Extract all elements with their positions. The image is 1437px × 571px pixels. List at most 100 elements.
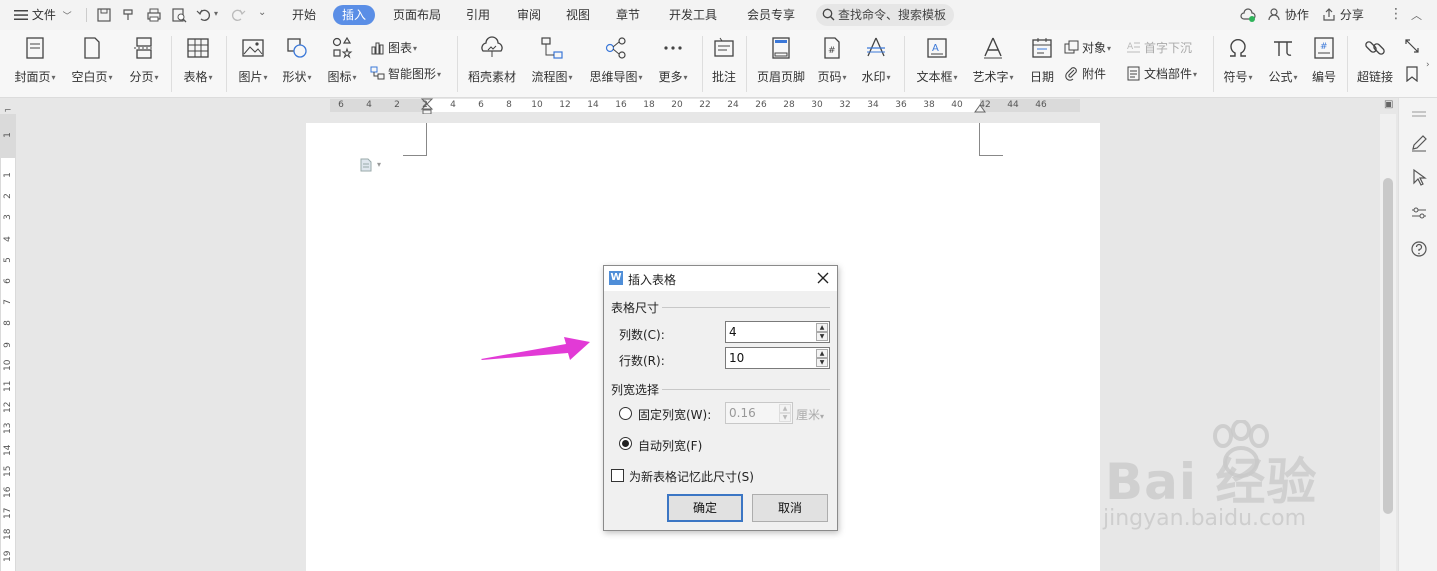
flowchart-button[interactable]: 流程图▾	[528, 36, 576, 85]
dialog-title-bar[interactable]: W 插入表格	[604, 266, 837, 291]
vertical-ruler-number: 13	[3, 422, 13, 435]
fixed-width-stepper[interactable]: ▲ ▼	[725, 402, 793, 424]
numbering-button[interactable]: # 编号	[1308, 36, 1340, 85]
drop-cap-button[interactable]: A 首字下沉	[1126, 39, 1192, 57]
shape-button[interactable]: 形状▾	[279, 36, 315, 85]
rows-increment-button[interactable]: ▲	[816, 349, 828, 358]
icon-button[interactable]: 图标▾	[324, 36, 360, 85]
formula-button[interactable]: 公式▾	[1265, 36, 1301, 85]
vertical-scrollbar[interactable]	[1380, 114, 1396, 571]
header-footer-label: 页眉页脚	[756, 70, 805, 84]
auto-width-radio[interactable]	[619, 437, 632, 450]
attachment-button[interactable]: 附件	[1064, 65, 1106, 83]
print-preview-icon[interactable]	[171, 7, 187, 23]
tab-stop-selector[interactable]: ⌐	[4, 106, 12, 116]
docer-material-button[interactable]: 稻壳素材	[466, 36, 518, 85]
fixed-width-unit-select[interactable]: 厘米▾	[796, 406, 824, 423]
select-cursor-icon[interactable]	[1410, 168, 1428, 186]
columns-input[interactable]	[729, 324, 807, 340]
close-icon[interactable]	[816, 271, 830, 285]
vertical-ruler-number: 5	[3, 256, 13, 263]
remember-size-checkbox[interactable]	[611, 469, 624, 482]
table-label: 表格	[183, 70, 208, 84]
paragraph-layout-icon[interactable]	[360, 158, 372, 172]
ok-button[interactable]: 确定	[667, 494, 743, 522]
collapse-ribbon-icon[interactable]: ︿	[1411, 7, 1422, 23]
table-button[interactable]: 表格▾	[180, 36, 216, 85]
fixed-width-increment-button[interactable]: ▲	[779, 404, 791, 413]
header-footer-button[interactable]: 页眉页脚	[754, 36, 808, 85]
tab-view[interactable]: 视图	[560, 5, 596, 25]
column-width-group-title: 列宽选择	[611, 383, 660, 397]
save-icon[interactable]	[96, 7, 112, 23]
tab-page-layout[interactable]: 页面布局	[387, 5, 447, 25]
mind-map-button[interactable]: 思维导图▾	[586, 36, 646, 85]
baidu-jingyan-watermark: Bai 经验 jingyan.baidu.com	[1095, 420, 1375, 550]
cross-reference-icon[interactable]	[1404, 38, 1420, 54]
share-button[interactable]: 分享	[1322, 7, 1364, 24]
smart-art-button[interactable]: 智能图形▾	[370, 65, 441, 83]
command-search-input[interactable]: 查找命令、搜索模板	[816, 4, 954, 26]
object-button[interactable]: 对象▾	[1064, 39, 1111, 57]
more-options-icon[interactable]: ⋮	[1389, 6, 1403, 22]
cover-page-label: 封面页	[14, 70, 51, 84]
cover-page-button[interactable]: 封面页▾	[12, 36, 58, 85]
columns-decrement-button[interactable]: ▼	[816, 332, 828, 341]
watermark-button[interactable]: 水印▾	[858, 36, 894, 85]
comment-button[interactable]: 批注	[708, 36, 740, 85]
more-button[interactable]: 更多▾	[655, 36, 691, 85]
tab-references[interactable]: 引用	[460, 5, 496, 25]
hyperlink-button[interactable]: 超链接	[1355, 36, 1395, 85]
symbol-button[interactable]: 符号▾	[1220, 36, 1256, 85]
tab-label: 引用	[466, 8, 491, 22]
flowchart-label: 流程图	[531, 70, 568, 84]
redo-icon[interactable]	[230, 7, 246, 23]
rows-decrement-button[interactable]: ▼	[816, 358, 828, 367]
tab-review[interactable]: 审阅	[511, 5, 547, 25]
text-box-icon: A	[927, 38, 947, 58]
scrollbar-thumb[interactable]	[1383, 178, 1393, 514]
rows-stepper[interactable]: ▲ ▼	[725, 347, 830, 369]
picture-label: 图片	[238, 70, 263, 84]
tab-insert[interactable]: 插入	[333, 5, 376, 25]
fixed-width-decrement-button[interactable]: ▼	[779, 413, 791, 422]
columns-stepper[interactable]: ▲ ▼	[725, 321, 830, 343]
word-art-button[interactable]: 艺术字▾	[970, 36, 1016, 85]
settings-sliders-icon[interactable]	[1410, 204, 1428, 222]
date-button[interactable]: 日期	[1026, 36, 1058, 85]
print-icon[interactable]	[146, 7, 162, 23]
table-size-group-title: 表格尺寸	[611, 301, 660, 315]
ruler-toggle-icon[interactable]: ▣	[1384, 99, 1393, 110]
help-icon[interactable]	[1410, 240, 1428, 258]
tab-start[interactable]: 开始	[286, 5, 322, 25]
tab-section[interactable]: 章节	[610, 5, 646, 25]
page-number-button[interactable]: # 页码▾	[814, 36, 850, 85]
picture-button[interactable]: 图片▾	[235, 36, 271, 85]
ribbon-scroll-right-icon[interactable]: ›	[1426, 60, 1430, 70]
blank-page-button[interactable]: 空白页▾	[68, 36, 116, 85]
cloud-sync-icon[interactable]	[1240, 7, 1256, 23]
cancel-button[interactable]: 取消	[752, 494, 828, 522]
fixed-width-radio[interactable]	[619, 407, 632, 420]
doc-parts-button[interactable]: 文档部件▾	[1126, 65, 1197, 83]
bookmark-icon[interactable]	[1404, 66, 1420, 82]
rows-input[interactable]	[729, 350, 807, 366]
columns-increment-button[interactable]: ▲	[816, 323, 828, 332]
tab-member[interactable]: 会员专享	[741, 5, 801, 25]
page-break-button[interactable]: 分页▾	[126, 36, 162, 85]
chart-button[interactable]: 图表▾	[370, 39, 417, 57]
share-icon	[1322, 8, 1336, 26]
undo-icon[interactable]	[196, 7, 212, 23]
tab-developer[interactable]: 开发工具	[663, 5, 723, 25]
undo-dropdown-icon[interactable]: ▾	[214, 9, 218, 18]
collapse-panel-icon[interactable]	[1410, 106, 1428, 124]
paragraph-dropdown-icon[interactable]: ▾	[377, 160, 381, 169]
object-icon	[1064, 40, 1079, 54]
text-box-button[interactable]: A 文本框▾	[914, 36, 960, 85]
format-painter-icon[interactable]	[121, 7, 137, 23]
pen-edit-icon[interactable]	[1410, 134, 1428, 152]
quick-access-more-icon[interactable]: ⌄	[258, 7, 266, 18]
fixed-width-input[interactable]	[729, 405, 769, 421]
file-menu-button[interactable]: 文件 ﹀	[14, 7, 72, 24]
collaborate-button[interactable]: 协作	[1268, 7, 1309, 24]
